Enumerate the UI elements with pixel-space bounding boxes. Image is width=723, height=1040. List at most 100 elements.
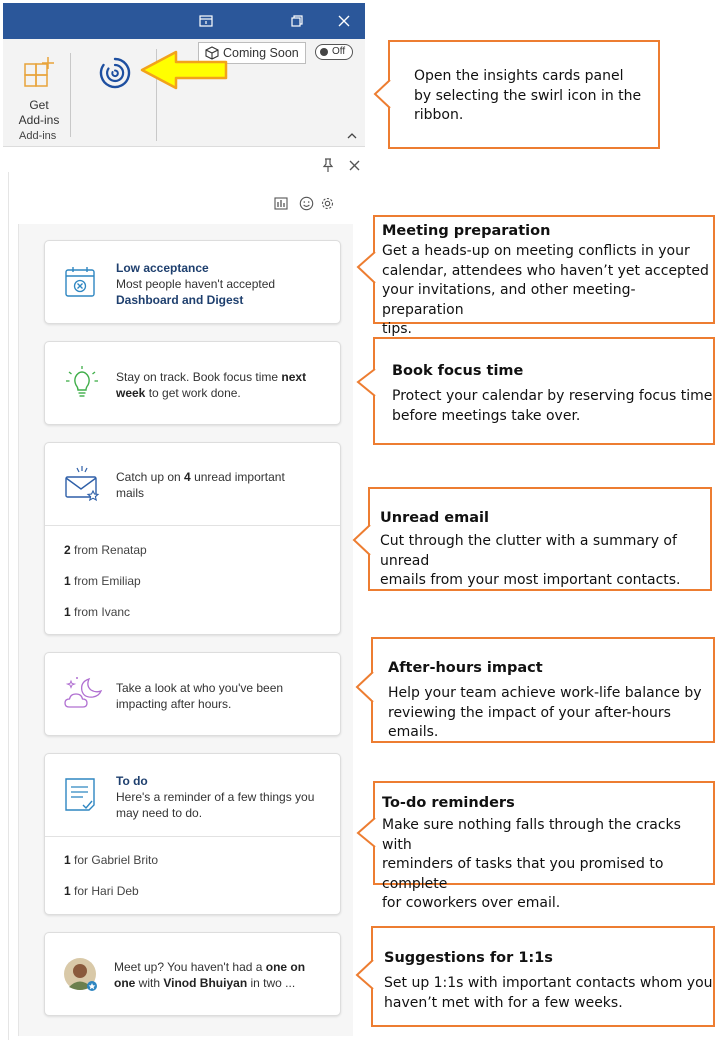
focus-time-card[interactable]: Stay on track. Book focus time next week… — [44, 341, 341, 425]
callout-afterhours-line: Help your team achieve work-life balance… — [388, 685, 702, 701]
callout-after-hours-impact: After-hours impact Help your team achiev… — [371, 637, 715, 743]
callout-todo-line: reminders of tasks that you promised to … — [382, 856, 664, 892]
after-hours-card[interactable]: Take a look at who you've been impacting… — [44, 652, 341, 736]
one-on-one-keyword: one on — [265, 960, 306, 974]
meeting-preparation-card[interactable]: Low acceptance Most people haven't accep… — [44, 240, 341, 324]
callout-email-line: emails from your most important contacts… — [380, 572, 681, 588]
callout-insights-panel: Open the insights cards panel by selecti… — [388, 40, 660, 149]
dashboard-chart-icon[interactable] — [274, 197, 288, 210]
unread-count: 1 — [64, 605, 71, 619]
todo-card-title: To do — [116, 774, 148, 788]
unread-sender: from Renatap — [70, 543, 147, 557]
callout-unread-email: Unread email Cut through the clutter wit… — [368, 487, 712, 591]
callout-insights-line1: Open the insights cards panel — [414, 68, 624, 84]
ribbon-group-label: Add-ins — [19, 130, 57, 142]
todo-person-row[interactable]: 1 for Hari Deb — [64, 884, 139, 898]
close-pane-icon[interactable] — [349, 160, 360, 171]
yellow-arrow-annotation — [140, 50, 228, 90]
callout-meeting-line: your invitations, and other meeting-prep… — [382, 282, 636, 318]
callout-todo-reminders: To-do reminders Make sure nothing falls … — [373, 781, 715, 911]
callout-oneonone-line: haven’t met with for a few weeks. — [384, 994, 623, 1011]
one-on-one-text: Meet up? You haven't had a — [114, 960, 266, 974]
unread-sender: from Emiliap — [70, 574, 141, 588]
lightbulb-icon — [66, 366, 98, 397]
focus-card-keyword-2: week — [116, 386, 146, 400]
title-bar — [3, 3, 365, 39]
settings-gear-icon[interactable] — [320, 196, 335, 211]
todo-card[interactable]: To do Here's a reminder of a few things … — [44, 753, 341, 915]
email-card-text-3: mails — [116, 486, 145, 500]
callout-meeting-line: calendar, attendees who haven’t yet acce… — [382, 262, 709, 279]
collapse-ribbon-chevron-icon[interactable] — [347, 131, 357, 142]
feedback-smiley-icon[interactable] — [299, 196, 314, 211]
toggle-label: Off — [332, 46, 346, 57]
todo-card-text: Here's a reminder of a few things you — [116, 790, 315, 804]
task-list-icon — [65, 778, 95, 811]
one-on-one-card[interactable]: Meet up? You haven't had a one on one wi… — [44, 932, 341, 1016]
callout-insights-line2: by selecting the swirl icon in the — [414, 87, 642, 104]
callout-email-title: Unread email — [380, 510, 489, 526]
callout-todo-title: To-do reminders — [382, 795, 515, 811]
one-on-one-contact: Vinod Bhuiyan — [163, 976, 248, 990]
pane-toolbar — [274, 196, 338, 212]
unread-count: 2 — [64, 543, 71, 557]
window-restore-icon[interactable] — [183, 3, 229, 39]
callout-meeting-line: Get a heads-up on meeting conflicts in y… — [382, 243, 690, 259]
email-card-text-2: unread important — [190, 470, 285, 484]
callout-book-focus-time: Book focus time Protect your calendar by… — [373, 337, 715, 445]
meeting-card-line1: Most people haven't accepted — [116, 277, 276, 291]
email-card-text: Catch up on — [116, 470, 185, 484]
after-hours-card-text-2: impacting after hours. — [116, 697, 232, 711]
unread-sender-row[interactable]: 1 from Ivanc — [64, 605, 130, 619]
callout-afterhours-line: reviewing the impact of your after-hours… — [388, 704, 671, 741]
meeting-card-title: Low acceptance — [116, 261, 209, 275]
callout-oneonone-line: Set up 1:1s with important contacts whom… — [384, 975, 713, 991]
todo-person-row[interactable]: 1 for Gabriel Brito — [64, 853, 158, 867]
unread-email-card[interactable]: Catch up on 4 unread important mails 2 f… — [44, 442, 341, 635]
addins-grid-icon — [24, 57, 54, 87]
callout-insights-line3: ribbon. — [414, 107, 464, 123]
one-on-one-keyword-2: one — [114, 976, 136, 990]
callout-oneonone-title: Suggestions for 1:1s — [384, 950, 553, 966]
todo-person: for Gabriel Brito — [70, 853, 159, 867]
callout-todo-line: for coworkers over email. — [382, 895, 561, 911]
meeting-card-link[interactable]: Dashboard and Digest — [116, 293, 243, 307]
callout-email-line: Cut through the clutter with a summary o… — [380, 533, 677, 569]
mail-star-icon — [65, 466, 100, 502]
todo-card-text-2: may need to do. — [116, 806, 203, 820]
ribbon-separator — [70, 53, 71, 137]
focus-card-text-2: to get work done. — [145, 386, 241, 400]
card-divider — [45, 836, 340, 837]
toggle-knob — [320, 48, 328, 56]
get-addins-button[interactable]: Get Add-ins — [11, 55, 67, 128]
close-icon[interactable] — [321, 3, 367, 39]
unread-sender-row[interactable]: 1 from Emiliap — [64, 574, 141, 588]
moon-cloud-icon — [64, 677, 103, 708]
contact-avatar — [64, 958, 97, 991]
callout-focus-line: before meetings take over. — [392, 407, 581, 424]
pane-left-border — [8, 172, 9, 1040]
unread-count: 1 — [64, 574, 71, 588]
coming-soon-toggle[interactable]: Off — [315, 44, 353, 60]
pin-icon[interactable] — [322, 158, 334, 173]
callout-meeting-preparation: Meeting preparation Get a heads-up on me… — [373, 215, 715, 337]
callout-focus-title: Book focus time — [392, 363, 524, 379]
callout-afterhours-title: After-hours impact — [388, 660, 543, 676]
card-divider — [45, 525, 340, 526]
one-on-one-text-3: in two ... — [247, 976, 296, 990]
get-addins-label-1: Get — [29, 98, 49, 112]
one-on-one-text-2: with — [135, 976, 164, 990]
after-hours-card-text: Take a look at who you've been — [116, 681, 284, 695]
focus-card-keyword: next — [281, 370, 307, 384]
email-card-count: 4 — [184, 470, 191, 484]
unread-sender-row[interactable]: 2 from Renatap — [64, 543, 147, 557]
todo-count: 1 — [64, 853, 71, 867]
callout-todo-line: Make sure nothing falls through the crac… — [382, 817, 681, 853]
window-maximize-icon[interactable] — [274, 3, 320, 39]
coming-soon-label: Coming Soon — [223, 46, 299, 60]
callout-suggestions-1-1s: Suggestions for 1:1s Set up 1:1s with im… — [371, 926, 715, 1027]
callout-focus-line: Protect your calendar by reserving focus… — [392, 388, 713, 404]
insights-swirl-icon[interactable] — [98, 56, 132, 90]
todo-person: for Hari Deb — [70, 884, 139, 898]
get-addins-label-2: Add-ins — [18, 113, 60, 127]
